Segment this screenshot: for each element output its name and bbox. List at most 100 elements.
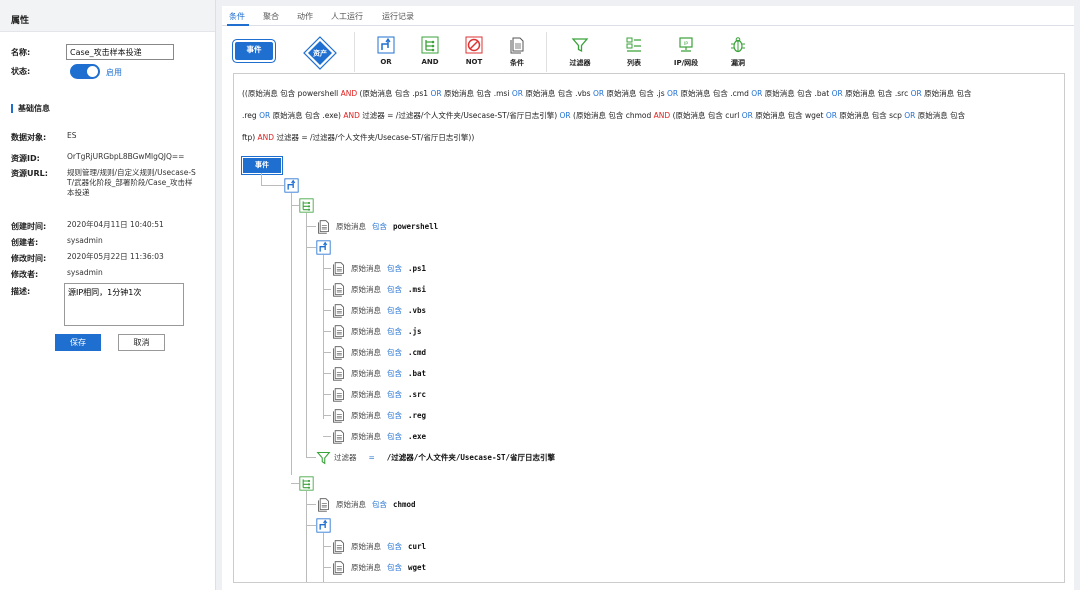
condition-node[interactable] — [331, 539, 346, 554]
condition-node-text[interactable]: 原始消息 包含 chmod — [336, 499, 416, 510]
name-input[interactable] — [66, 44, 174, 60]
field-value-created-time: 2020年04月11日 10:40:51 — [67, 220, 164, 229]
tab-condition[interactable]: 条件 — [229, 11, 245, 22]
or-node[interactable] — [284, 178, 299, 193]
condition-node[interactable] — [316, 497, 331, 512]
condition-node[interactable] — [316, 219, 331, 234]
condition-node-text[interactable]: 原始消息 包含 .bat — [351, 368, 426, 379]
expression-text: 原始消息 包含 .exe) — [270, 111, 344, 120]
condition-node[interactable] — [331, 324, 346, 339]
event-tool-button[interactable]: 事件 — [235, 42, 273, 60]
and-node[interactable] — [299, 198, 314, 213]
condition-node-text[interactable]: 原始消息 包含 .ps1 — [351, 263, 426, 274]
condition-node[interactable] — [331, 345, 346, 360]
condition-tool-button[interactable]: 条件 — [497, 36, 537, 76]
document-icon — [318, 220, 329, 234]
field-label-resource-id: 资源ID: — [11, 154, 40, 163]
condition-node[interactable] — [331, 261, 346, 276]
or-node[interactable] — [316, 518, 331, 533]
condition-node-text[interactable]: 原始消息 包含 .vbs — [351, 305, 426, 316]
condition-field: 原始消息 — [351, 348, 381, 357]
field-value-modified-time: 2020年05月22日 11:36:03 — [67, 252, 164, 261]
condition-value: chmod — [393, 500, 416, 509]
condition-node-text[interactable]: 原始消息 包含 curl — [351, 541, 426, 552]
expression-text: 原始消息 包含 .cmd — [678, 89, 752, 98]
condition-operator: 包含 — [387, 327, 402, 336]
document-icon — [333, 346, 344, 360]
condition-value: .ps1 — [408, 264, 427, 273]
tree-connector — [323, 352, 331, 353]
tab-action[interactable]: 动作 — [297, 11, 313, 22]
panel-header: 属性 — [0, 0, 215, 32]
and-tool-button[interactable]: AND — [410, 36, 450, 76]
tree-connector — [323, 268, 331, 269]
condition-value: .cmd — [408, 348, 427, 357]
cancel-button[interactable]: 取消 — [118, 334, 165, 351]
or-keyword: OR — [559, 111, 571, 120]
condition-value: powershell — [393, 222, 439, 231]
condition-operator: 包含 — [387, 390, 402, 399]
condition-node-text[interactable]: 原始消息 包含 powershell — [336, 221, 438, 232]
tab-aggregation[interactable]: 聚合 — [263, 11, 279, 22]
condition-node-text[interactable]: 原始消息 包含 .cmd — [351, 347, 426, 358]
status-toggle[interactable] — [70, 64, 100, 79]
condition-node[interactable] — [331, 366, 346, 381]
and-branch-icon — [421, 36, 439, 54]
condition-field: 原始消息 — [351, 542, 381, 551]
condition-node-text[interactable]: 原始消息 包含 .reg — [351, 410, 426, 421]
tree-connector — [323, 310, 331, 311]
condition-node[interactable] — [331, 303, 346, 318]
condition-node-text[interactable]: 原始消息 包含 .js — [351, 326, 422, 337]
or-tool-button[interactable]: OR — [366, 36, 406, 76]
filter-tool-button[interactable]: 过滤器 — [560, 36, 600, 76]
and-node[interactable] — [299, 476, 314, 491]
filter-node-text[interactable]: 过滤器 = /过滤器/个人文件夹/Usecase-ST/省厅日志引擎 — [334, 452, 555, 463]
not-tool-button[interactable]: NOT — [454, 36, 494, 76]
condition-node-text[interactable]: 原始消息 包含 wget — [351, 562, 426, 573]
vuln-tool-label: 漏洞 — [731, 59, 745, 67]
field-value-data-object: ES — [67, 131, 77, 140]
condition-node[interactable] — [331, 282, 346, 297]
condition-field: 原始消息 — [351, 390, 381, 399]
or-node[interactable] — [316, 240, 331, 255]
asset-tool-button[interactable]: 资产 — [303, 36, 337, 70]
list-tool-button[interactable]: 列表 — [614, 36, 654, 76]
condition-node-text[interactable]: 原始消息 包含 .exe — [351, 431, 426, 442]
condition-node-text[interactable]: 原始消息 包含 .msi — [351, 284, 426, 295]
description-label: 描述: — [11, 287, 31, 296]
or-keyword: OR — [904, 111, 916, 120]
condition-node-text[interactable]: 原始消息 包含 .src — [351, 389, 426, 400]
or-branch-icon — [316, 518, 331, 533]
and-tool-label: AND — [421, 58, 439, 66]
expression-text: 原始消息 包含 .js — [604, 89, 668, 98]
condition-value: .reg — [408, 411, 427, 420]
field-value-creator: sysadmin — [67, 236, 103, 245]
tree-connector — [323, 373, 331, 374]
condition-node[interactable] — [331, 408, 346, 423]
status-label: 状态: — [11, 67, 31, 76]
condition-value: curl — [408, 542, 427, 551]
filter-tool-label: 过滤器 — [569, 59, 591, 67]
not-tool-label: NOT — [465, 58, 483, 66]
ip-tool-button[interactable]: IP IP/网段 — [666, 36, 706, 76]
asset-label: 资产 — [313, 49, 327, 58]
description-textarea[interactable]: 源IP相同，1分钟1次 — [64, 283, 184, 326]
tree-connector — [323, 567, 331, 568]
condition-operator: 包含 — [387, 306, 402, 315]
tab-run-log[interactable]: 运行记录 — [382, 11, 414, 22]
condition-node[interactable] — [331, 429, 346, 444]
root-event-node[interactable]: 事件 — [243, 158, 281, 173]
tab-manual-run[interactable]: 人工运行 — [331, 11, 363, 22]
condition-operator: 包含 — [387, 563, 402, 572]
condition-node[interactable] — [331, 560, 346, 575]
filter-node[interactable] — [316, 450, 331, 465]
and-keyword: AND — [343, 111, 360, 120]
condition-node[interactable] — [331, 387, 346, 402]
field-label-creator: 创建者: — [11, 238, 39, 247]
condition-node[interactable] — [331, 581, 346, 582]
document-icon — [333, 388, 344, 402]
vuln-tool-button[interactable]: 漏洞 — [718, 36, 758, 76]
or-keyword: OR — [751, 89, 763, 98]
save-button[interactable]: 保存 — [55, 334, 101, 351]
document-icon — [318, 498, 329, 512]
